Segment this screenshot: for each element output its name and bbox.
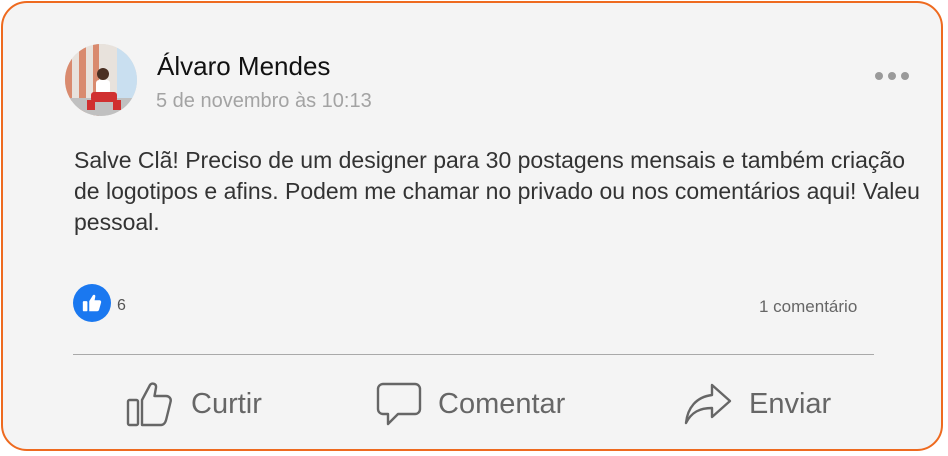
dot [901,72,909,80]
more-dots-icon[interactable] [875,69,909,83]
thumbs-up-outline-icon [126,382,172,427]
share-arrow-icon [684,383,732,425]
comment-label: Comentar [438,387,566,420]
comment-button[interactable]: Comentar [376,375,565,433]
post-card: Álvaro Mendes 5 de novembro às 10:13 Sal… [1,1,943,451]
like-button[interactable]: Curtir [125,375,262,433]
author-name[interactable]: Álvaro Mendes [157,51,330,82]
post-text: Salve Clã! Preciso de um designer para 3… [74,147,920,235]
share-button[interactable]: Enviar [683,375,831,433]
avatar[interactable] [65,44,137,116]
comment-count[interactable]: 1 comentário [759,297,857,317]
speech-bubble-icon [376,382,422,426]
thumbs-up-icon[interactable] [73,284,111,322]
share-label: Enviar [749,387,832,420]
like-label: Curtir [191,387,262,420]
dot [875,72,883,80]
like-count[interactable]: 6 [117,297,126,315]
divider [73,354,874,355]
avatar-photo [65,44,137,116]
post-timestamp[interactable]: 5 de novembro às 10:13 [156,90,372,113]
dot [888,72,896,80]
